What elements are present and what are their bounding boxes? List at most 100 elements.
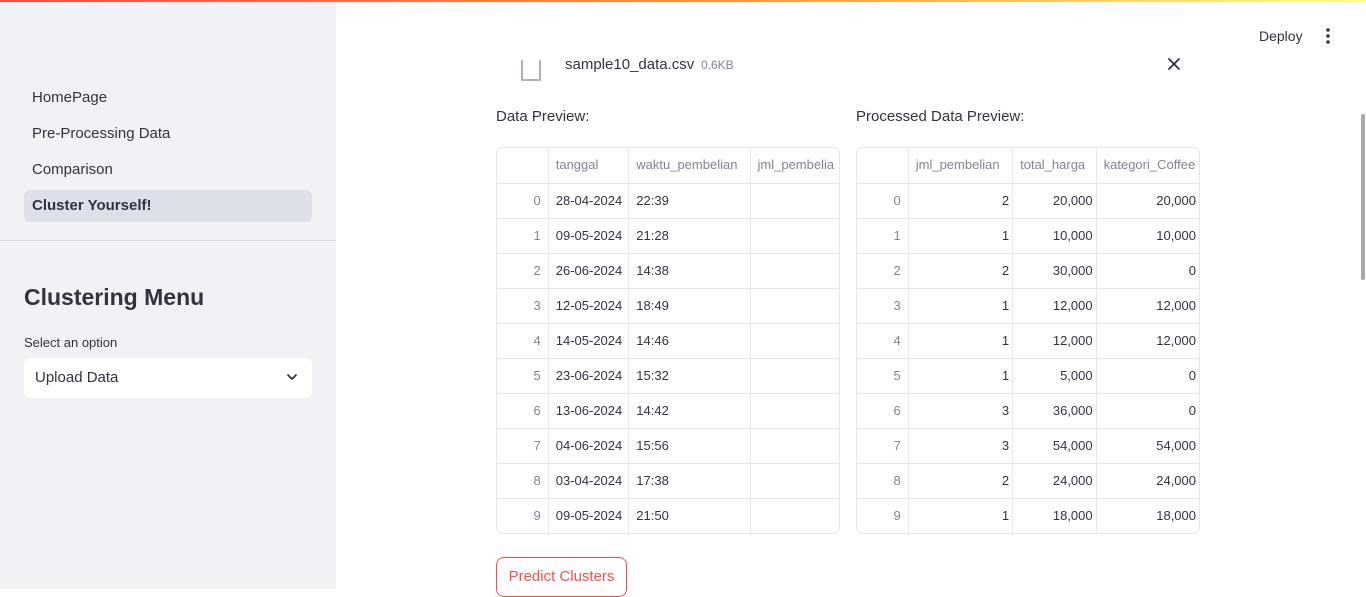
table-row: 8 03-04-2024 17:38 (497, 463, 839, 498)
row-index: 4 (533, 333, 541, 348)
table-cell[interactable]: 1 (907, 289, 1012, 323)
row-index: 5 (893, 368, 901, 383)
row-index: 5 (533, 368, 541, 383)
table-cell[interactable]: 12,000 (1012, 289, 1096, 323)
column-header[interactable]: kategori_Coffee (1095, 148, 1199, 183)
table-cell[interactable]: 1 (907, 499, 1012, 533)
table-cell[interactable]: 5,000 (1012, 359, 1096, 393)
table-cell[interactable]: 28-04-2024 (547, 184, 629, 218)
sidebar-item-cluster-yourself[interactable]: Cluster Yourself! (24, 190, 312, 222)
table-cell[interactable]: 15:56 (628, 429, 749, 463)
file-size: 0.6KB (701, 58, 734, 72)
table-cell[interactable]: 24,000 (1095, 464, 1199, 498)
table-cell[interactable]: 22:39 (628, 184, 749, 218)
table-cell[interactable] (749, 499, 839, 533)
row-index: 7 (533, 438, 541, 453)
table-cell[interactable] (749, 324, 839, 358)
table-cell[interactable]: 54,000 (1095, 429, 1199, 463)
table-cell[interactable]: 3 (907, 429, 1012, 463)
option-select[interactable]: Upload Data (24, 358, 312, 398)
column-header[interactable]: waktu_pembelian (628, 148, 749, 183)
table-cell[interactable]: 20,000 (1012, 184, 1096, 218)
table-cell[interactable]: 17:38 (628, 464, 749, 498)
row-index: 7 (893, 438, 901, 453)
table-cell[interactable]: 3 (907, 394, 1012, 428)
table-cell[interactable] (749, 219, 839, 253)
data-preview-table[interactable]: tanggal waktu_pembelian jml_pembelia 0 28-04… (496, 147, 840, 534)
table-cell[interactable]: 0 (1095, 394, 1199, 428)
row-index: 2 (893, 263, 901, 278)
column-header[interactable]: total_harga (1012, 148, 1096, 183)
table-cell[interactable]: 12,000 (1095, 324, 1199, 358)
table-cell[interactable]: 14:46 (628, 324, 749, 358)
processed-preview-table[interactable]: jml_pembelian total_harga kategori_Coffee 0… (856, 147, 1200, 534)
column-header[interactable]: jml_pembelia (749, 148, 839, 183)
table-cell[interactable] (749, 394, 839, 428)
row-index: 3 (893, 298, 901, 313)
table-cell[interactable]: 0 (1095, 254, 1199, 288)
table-cell[interactable] (749, 464, 839, 498)
table-cell[interactable]: 30,000 (1012, 254, 1096, 288)
table-cell[interactable]: 2 (907, 254, 1012, 288)
table-cell[interactable] (749, 289, 839, 323)
table-cell[interactable] (749, 429, 839, 463)
table-cell[interactable]: 1 (907, 359, 1012, 393)
table-cell[interactable]: 1 (907, 219, 1012, 253)
table-cell[interactable]: 12-05-2024 (547, 289, 629, 323)
main-content: Deploy sample10_data.csv 0.6KB Data Prev… (336, 2, 1366, 597)
table-row: 9 1 18,000 18,000 (857, 498, 1199, 533)
table-cell[interactable]: 04-06-2024 (547, 429, 629, 463)
row-index: 8 (893, 473, 901, 488)
sidebar-item-homepage[interactable]: HomePage (24, 82, 312, 114)
table-cell[interactable]: 26-06-2024 (547, 254, 629, 288)
table-cell[interactable]: 54,000 (1012, 429, 1096, 463)
table-cell[interactable]: 03-04-2024 (547, 464, 629, 498)
column-header[interactable]: tanggal (547, 148, 629, 183)
table-cell[interactable]: 10,000 (1095, 219, 1199, 253)
table-cell[interactable]: 21:28 (628, 219, 749, 253)
table-row: 6 13-06-2024 14:42 (497, 393, 839, 428)
column-header[interactable] (497, 148, 548, 183)
table-cell[interactable]: 36,000 (1012, 394, 1096, 428)
table-cell[interactable]: 18:49 (628, 289, 749, 323)
predict-clusters-button[interactable]: Predict Clusters (496, 557, 627, 597)
table-cell[interactable] (749, 359, 839, 393)
table-cell[interactable]: 10,000 (1012, 219, 1096, 253)
column-header[interactable]: jml_pembelian (907, 148, 1012, 183)
table-cell[interactable]: 2 (907, 184, 1012, 218)
table-cell[interactable]: 09-05-2024 (547, 499, 629, 533)
table-cell[interactable]: 0 (1095, 359, 1199, 393)
table-cell[interactable]: 24,000 (1012, 464, 1096, 498)
table-row: 0 28-04-2024 22:39 (497, 183, 839, 218)
sidebar-item-pre-processing[interactable]: Pre-Processing Data (24, 118, 312, 150)
table-cell[interactable]: 18,000 (1012, 499, 1096, 533)
table-row: 0 2 20,000 20,000 (857, 183, 1199, 218)
table-cell[interactable]: 12,000 (1012, 324, 1096, 358)
table-cell[interactable]: 14:38 (628, 254, 749, 288)
table-cell[interactable]: 15:32 (628, 359, 749, 393)
table-cell[interactable]: 20,000 (1095, 184, 1199, 218)
table-row: 7 04-06-2024 15:56 (497, 428, 839, 463)
close-icon[interactable] (1166, 56, 1182, 72)
more-options-icon[interactable] (1318, 26, 1338, 46)
table-cell[interactable]: 14-05-2024 (547, 324, 629, 358)
table-cell[interactable] (749, 184, 839, 218)
option-select-value: Upload Data (35, 369, 119, 386)
sidebar-divider (0, 240, 336, 241)
table-cell[interactable]: 18,000 (1095, 499, 1199, 533)
table-cell[interactable]: 2 (907, 464, 1012, 498)
table-cell[interactable]: 12,000 (1095, 289, 1199, 323)
table-row: 7 3 54,000 54,000 (857, 428, 1199, 463)
scrollbar[interactable] (1361, 114, 1365, 280)
column-header[interactable] (857, 148, 908, 183)
table-cell[interactable] (749, 254, 839, 288)
deploy-button[interactable]: Deploy (1259, 28, 1303, 44)
table-cell[interactable]: 09-05-2024 (547, 219, 629, 253)
table-cell[interactable]: 14:42 (628, 394, 749, 428)
table-cell[interactable]: 1 (907, 324, 1012, 358)
table-cell[interactable]: 13-06-2024 (547, 394, 629, 428)
table-cell[interactable]: 23-06-2024 (547, 359, 629, 393)
table-row: 2 26-06-2024 14:38 (497, 253, 839, 288)
sidebar-item-comparison[interactable]: Comparison (24, 154, 312, 186)
table-cell[interactable]: 21:50 (628, 499, 749, 533)
